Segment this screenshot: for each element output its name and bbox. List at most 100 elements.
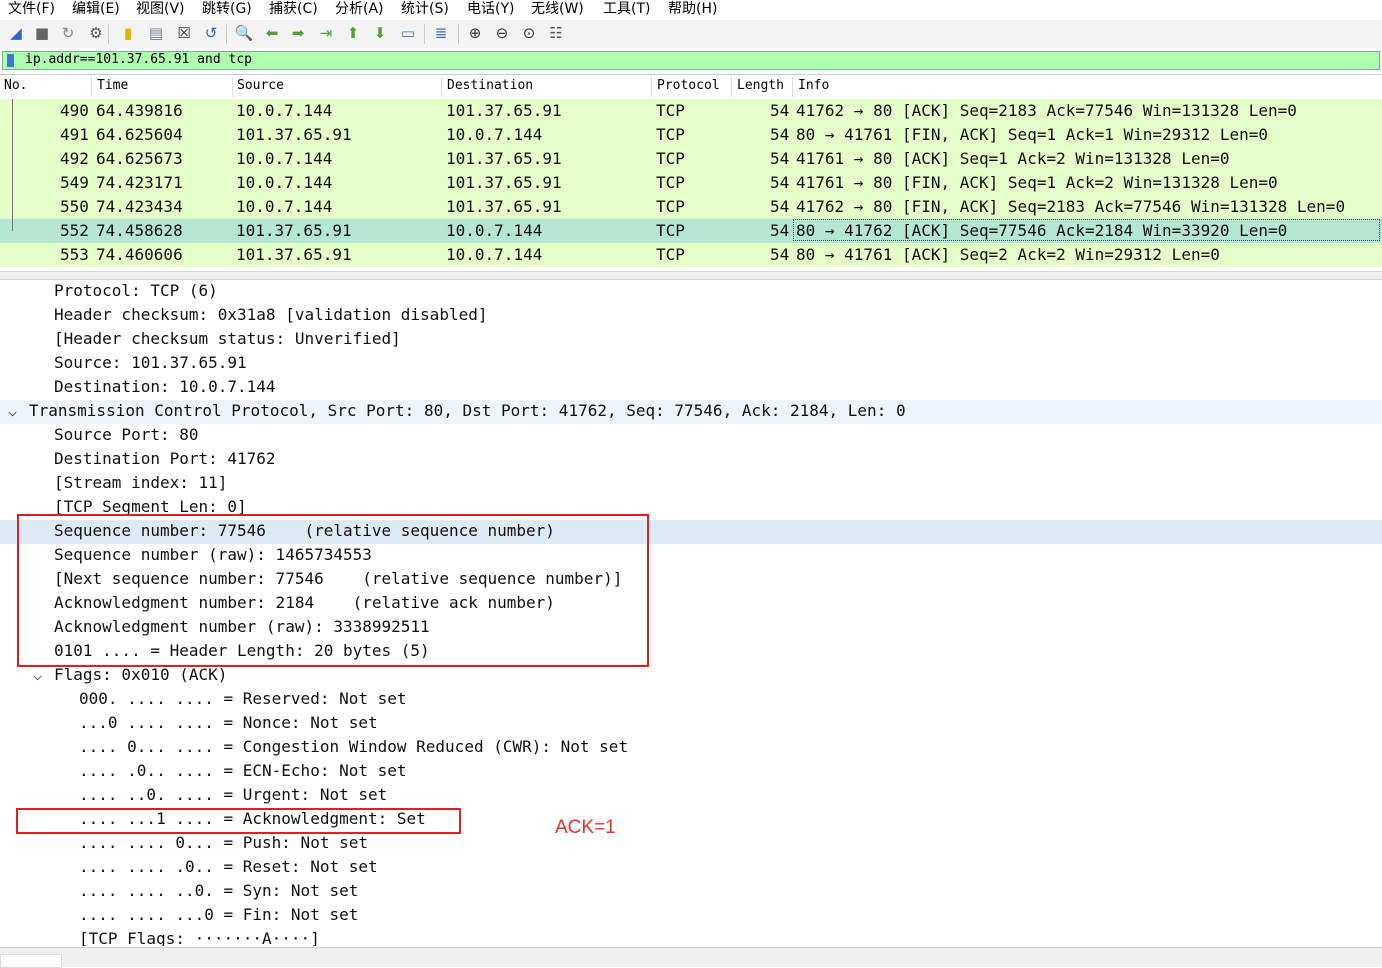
stop-capture-icon[interactable]: ■ <box>32 23 52 43</box>
detail-line[interactable]: .... .... 0... = Push: Not set <box>0 832 1382 856</box>
packet-row[interactable]: 553 74.460606 101.37.65.91 10.0.7.144 TCP 54 8… <box>0 243 1382 267</box>
restart-capture-icon[interactable]: ↻ <box>58 23 78 43</box>
packet-protocol: TCP <box>656 125 685 144</box>
packet-length: 54 <box>770 149 790 168</box>
packet-length: 54 <box>770 197 790 216</box>
menu-item-0[interactable]: 文件(F) <box>8 0 55 18</box>
close-file-icon[interactable]: ☒ <box>174 23 194 43</box>
packet-row[interactable]: 490 64.439816 10.0.7.144 101.37.65.91 TCP 54 4… <box>0 99 1382 123</box>
detail-text: Source Port: 80 <box>54 425 199 444</box>
menu-item-9[interactable]: 工具(T) <box>603 0 650 18</box>
packet-row[interactable]: 491 64.625604 101.37.65.91 10.0.7.144 TCP 54 8… <box>0 123 1382 147</box>
packet-info: 80 → 41761 [FIN, ACK] Seq=1 Ack=1 Win=29… <box>796 125 1269 144</box>
detail-line[interactable]: Destination: 10.0.7.144 <box>0 376 1382 400</box>
chevron-down-icon[interactable]: ⌵ <box>8 402 17 420</box>
detail-text: .... .... ...0 = Fin: Not set <box>79 905 359 924</box>
seq-ack-highlight-box <box>17 514 649 667</box>
display-filter-input[interactable]: ip.addr==101.37.65.91 and tcp <box>25 52 252 67</box>
detail-line[interactable]: Source Port: 80 <box>0 424 1382 448</box>
detail-line[interactable]: ⌵ Transmission Control Protocol, Src Port… <box>0 400 1382 424</box>
column-header-source[interactable]: Source <box>237 78 284 93</box>
detail-line[interactable]: .... .... .0.. = Reset: Not set <box>0 856 1382 880</box>
packet-protocol: TCP <box>656 101 685 120</box>
detail-line[interactable]: Header checksum: 0x31a8 [validation disa… <box>0 304 1382 328</box>
detail-text: .... .... ..0. = Syn: Not set <box>79 881 359 900</box>
chevron-down-icon[interactable]: ⌵ <box>33 666 42 684</box>
go-forward-icon[interactable]: ➡ <box>288 23 308 43</box>
capture-options-icon[interactable]: ⚙ <box>86 23 106 43</box>
menu-item-4[interactable]: 捕获(C) <box>269 0 318 18</box>
column-header-length[interactable]: Length <box>737 78 784 93</box>
menu-item-10[interactable]: 帮助(H) <box>668 0 717 18</box>
column-header-protocol[interactable]: Protocol <box>657 78 720 93</box>
open-file-icon[interactable]: ▮ <box>118 23 138 43</box>
column-separator[interactable] <box>651 77 652 97</box>
column-separator[interactable] <box>792 77 793 97</box>
related-packets-line <box>12 99 13 231</box>
column-separator[interactable] <box>232 77 233 97</box>
column-separator[interactable] <box>91 77 92 97</box>
zoom-out-icon[interactable]: ⊖ <box>492 23 512 43</box>
packet-no: 490 <box>60 101 89 120</box>
packet-info: 41762 → 80 [ACK] Seq=2183 Ack=77546 Win=… <box>796 101 1297 120</box>
detail-line[interactable]: Protocol: TCP (6) <box>0 280 1382 304</box>
column-separator[interactable] <box>731 77 732 97</box>
menu-item-6[interactable]: 统计(S) <box>401 0 449 18</box>
packet-length: 54 <box>770 245 790 264</box>
bottom-pane-splitter[interactable] <box>0 947 1382 968</box>
detail-line[interactable]: Destination Port: 41762 <box>0 448 1382 472</box>
save-file-icon[interactable]: ▤ <box>146 23 166 43</box>
go-back-icon[interactable]: ⬅ <box>262 23 282 43</box>
packet-time: 64.625604 <box>96 125 183 144</box>
menu-item-1[interactable]: 编辑(E) <box>72 0 120 18</box>
reload-icon[interactable]: ↺ <box>201 23 221 43</box>
detail-line[interactable]: ...0 .... .... = Nonce: Not set <box>0 712 1382 736</box>
detail-line[interactable]: Source: 101.37.65.91 <box>0 352 1382 376</box>
auto-scroll-icon[interactable]: ▭ <box>398 23 418 43</box>
menu-item-2[interactable]: 视图(V) <box>136 0 185 18</box>
packet-destination: 101.37.65.91 <box>446 149 562 168</box>
column-header-info[interactable]: Info <box>798 78 829 93</box>
detail-line[interactable]: .... .... ..0. = Syn: Not set <box>0 880 1382 904</box>
shark-fin-start-icon[interactable]: ◢ <box>6 23 26 43</box>
bookmark-icon[interactable] <box>7 54 14 67</box>
packet-time: 64.625673 <box>96 149 183 168</box>
column-separator[interactable] <box>441 77 442 97</box>
detail-line[interactable]: [TCP Flags: ·······A····] <box>0 928 1382 946</box>
column-header-destination[interactable]: Destination <box>447 78 533 93</box>
packet-no: 553 <box>60 245 89 264</box>
detail-line[interactable]: 000. .... .... = Reserved: Not set <box>0 688 1382 712</box>
last-packet-icon[interactable]: ⬇ <box>370 23 390 43</box>
packet-protocol: TCP <box>656 173 685 192</box>
packet-row-selected[interactable]: 552 74.458628 101.37.65.91 10.0.7.144 TCP 54 8… <box>0 219 1382 243</box>
menu-item-7[interactable]: 电话(Y) <box>467 0 514 18</box>
detail-line[interactable]: .... ..0. .... = Urgent: Not set <box>0 784 1382 808</box>
first-packet-icon[interactable]: ⬆ <box>343 23 363 43</box>
packet-list-header: No. Time Source Destination Protocol Length In… <box>0 75 1382 100</box>
detail-line[interactable]: ⌵ Flags: 0x010 (ACK) <box>0 664 1382 688</box>
zoom-in-icon[interactable]: ⊕ <box>465 23 485 43</box>
packet-source: 10.0.7.144 <box>236 173 333 192</box>
packet-row[interactable]: 549 74.423171 10.0.7.144 101.37.65.91 TCP 54 4… <box>0 171 1382 195</box>
menu-item-3[interactable]: 跳转(G) <box>202 0 252 18</box>
detail-line[interactable]: .... 0... .... = Congestion Window Reduc… <box>0 736 1382 760</box>
column-header-time[interactable]: Time <box>97 78 128 93</box>
packet-row[interactable]: 550 74.423434 10.0.7.144 101.37.65.91 TCP 54 4… <box>0 195 1382 219</box>
detail-line[interactable]: [Stream index: 11] <box>0 472 1382 496</box>
zoom-normal-icon[interactable]: ⊙ <box>519 23 539 43</box>
detail-line[interactable]: [Header checksum status: Unverified] <box>0 328 1382 352</box>
packet-row[interactable]: 492 64.625673 10.0.7.144 101.37.65.91 TCP 54 4… <box>0 147 1382 171</box>
colorize-icon[interactable]: ≣ <box>431 23 451 43</box>
go-to-packet-icon[interactable]: ⇥ <box>316 23 336 43</box>
menu-item-5[interactable]: 分析(A) <box>335 0 384 18</box>
display-filter-bar[interactable]: ip.addr==101.37.65.91 and tcp <box>2 51 1380 70</box>
resize-columns-icon[interactable]: ☷ <box>546 23 566 43</box>
detail-line[interactable]: .... .0.. .... = ECN-Echo: Not set <box>0 760 1382 784</box>
column-header-no[interactable]: No. <box>4 78 27 93</box>
find-packet-icon[interactable]: 🔍 <box>234 23 254 43</box>
menu-item-8[interactable]: 无线(W) <box>531 0 584 18</box>
detail-line[interactable]: .... .... ...0 = Fin: Not set <box>0 904 1382 928</box>
detail-text: .... ..0. .... = Urgent: Not set <box>79 785 388 804</box>
detail-text: Source: 101.37.65.91 <box>54 353 247 372</box>
pane-splitter[interactable] <box>0 271 1382 280</box>
